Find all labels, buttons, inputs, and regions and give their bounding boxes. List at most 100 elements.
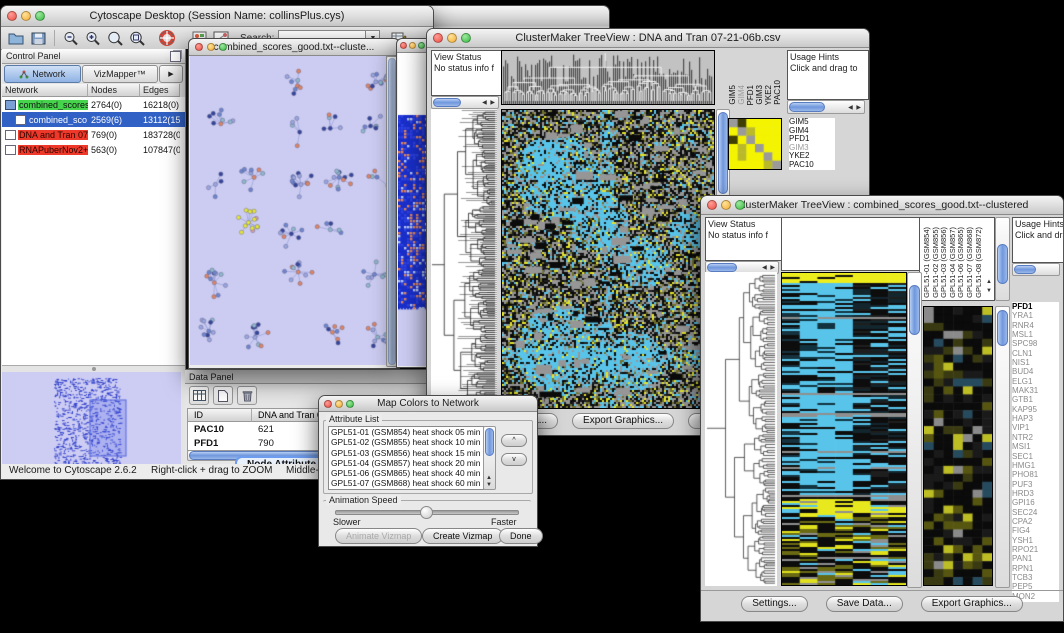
- gene-label[interactable]: BUD4: [1012, 367, 1059, 376]
- zoom-out-icon[interactable]: [60, 28, 82, 48]
- zoom-window-button[interactable]: [418, 42, 425, 49]
- main-titlebar[interactable]: Cytoscape Desktop (Session Name: collins…: [1, 6, 433, 27]
- col-network[interactable]: Network: [2, 84, 88, 97]
- attr-col-id[interactable]: ID: [188, 409, 252, 422]
- gene-label[interactable]: KAP95: [1012, 405, 1059, 414]
- attribute-item[interactable]: GPL51-07 (GSM868) heat shock 60 min: [331, 478, 483, 488]
- close-button[interactable]: [707, 200, 717, 210]
- attribute-list-scrollbar[interactable]: ▲ ▼: [483, 426, 496, 490]
- gene-label[interactable]: MSL1: [1012, 330, 1059, 339]
- zoom-window-button[interactable]: [461, 33, 471, 43]
- view-status-scrollbar[interactable]: ◀ ▶: [431, 96, 499, 109]
- gene-label[interactable]: PUF3: [1012, 480, 1059, 489]
- gene-label[interactable]: RNR4: [1012, 321, 1059, 330]
- gene-label[interactable]: FIG4: [1012, 526, 1059, 535]
- gene-label[interactable]: MAK31: [1012, 386, 1059, 395]
- column-label[interactable]: GIM4: [737, 85, 746, 105]
- tab-network[interactable]: Network: [4, 65, 81, 83]
- gene-label[interactable]: YSH1: [1012, 536, 1059, 545]
- save-session-button[interactable]: [27, 28, 49, 48]
- gene-label[interactable]: SPC98: [1012, 339, 1059, 348]
- minimize-button[interactable]: [21, 11, 31, 21]
- row-dendrogram[interactable]: [705, 272, 777, 586]
- zoom-window-button[interactable]: [735, 200, 745, 210]
- network-table-row[interactable]: DNA and Tran 07 769(0) 183728(0): [2, 127, 185, 142]
- column-label[interactable]: GIM5: [728, 85, 737, 105]
- minimize-button[interactable]: [335, 400, 343, 408]
- network-table-row[interactable]: RNAPuberNov2+l 563(0) 107847(0): [2, 142, 185, 157]
- column-label[interactable]: GPL51-03 (GSM856): [939, 227, 948, 298]
- minimize-button[interactable]: [721, 200, 731, 210]
- gene-label[interactable]: GPI16: [1012, 498, 1059, 507]
- minimize-button[interactable]: [447, 33, 457, 43]
- attribute-select-icon[interactable]: [189, 386, 209, 405]
- delete-attribute-trash-icon[interactable]: [237, 386, 257, 405]
- attribute-item[interactable]: GPL51-01 (GSM854) heat shock 05 min: [331, 427, 483, 437]
- heatmap-canvas[interactable]: [501, 109, 715, 409]
- create-vizmap-button[interactable]: Create Vizmap: [422, 528, 503, 544]
- zoom-window-button[interactable]: [35, 11, 45, 21]
- close-button[interactable]: [324, 400, 332, 408]
- column-label[interactable]: PAC10: [773, 80, 782, 105]
- column-label[interactable]: YKE2: [764, 85, 773, 105]
- close-button[interactable]: [400, 42, 407, 49]
- tab-vizmapper[interactable]: VizMapper™: [82, 65, 159, 83]
- gene-label[interactable]: HRD3: [1012, 489, 1059, 498]
- float-panel-icon[interactable]: [170, 51, 181, 62]
- treeview-button[interactable]: Export Graphics...: [572, 413, 674, 429]
- network-canvas[interactable]: [190, 56, 387, 365]
- row-dendrogram[interactable]: [431, 109, 497, 409]
- gene-label[interactable]: MSI1: [1012, 442, 1059, 451]
- new-attribute-icon[interactable]: [213, 386, 233, 405]
- gene-label[interactable]: GTB1: [1012, 395, 1059, 404]
- animate-vizmap-button[interactable]: Animate Vizmap: [335, 528, 422, 544]
- column-dendrogram-area[interactable]: [781, 217, 923, 271]
- zoom-heatmap-canvas[interactable]: [923, 306, 993, 586]
- gene-label[interactable]: HAP3: [1012, 414, 1059, 423]
- attribute-item[interactable]: GPL51-04 (GSM857) heat shock 20 min: [331, 458, 483, 468]
- move-up-button[interactable]: ^: [501, 434, 527, 447]
- treeview-button[interactable]: Save Data...: [826, 596, 903, 612]
- similarity-matrix[interactable]: [728, 118, 782, 170]
- gene-label[interactable]: RPO21: [1012, 545, 1059, 554]
- move-down-button[interactable]: v: [501, 453, 527, 466]
- done-button[interactable]: Done: [499, 528, 543, 544]
- gene-label[interactable]: SEC24: [1012, 508, 1059, 517]
- tab-overflow-arrow[interactable]: ▶: [159, 65, 183, 83]
- gene-label[interactable]: VIP1: [1012, 423, 1059, 432]
- column-label[interactable]: GPL51-07 (GSM868): [965, 227, 974, 298]
- attribute-item[interactable]: GPL51-06 (GSM865) heat shock 40 min: [331, 468, 483, 478]
- gene-label[interactable]: RPN1: [1012, 564, 1059, 573]
- minimize-button[interactable]: [207, 43, 215, 51]
- gene-label[interactable]: PFD1: [1012, 302, 1059, 311]
- zoom-fit-icon[interactable]: [126, 28, 148, 48]
- birdseye-view[interactable]: [2, 372, 181, 474]
- column-label[interactable]: PFD1: [746, 85, 755, 105]
- column-label[interactable]: GIM3: [755, 85, 764, 105]
- gene-label[interactable]: PAN1: [1012, 554, 1059, 563]
- gene-label[interactable]: SEC1: [1012, 452, 1059, 461]
- scroll-down-icon[interactable]: ▼: [986, 286, 993, 297]
- zoom-heatmap-vscrollbar[interactable]: [995, 306, 1010, 588]
- gene-label[interactable]: NTR2: [1012, 433, 1059, 442]
- attribute-item[interactable]: GPL51-03 (GSM856) heat shock 15 min: [331, 448, 483, 458]
- gene-label[interactable]: CPA2: [1012, 517, 1059, 526]
- heatmap-canvas[interactable]: [781, 272, 907, 586]
- attribute-item[interactable]: GPL51-02 (GSM855) heat shock 10 min: [331, 437, 483, 447]
- usage-hints-scrollbar[interactable]: [1012, 263, 1060, 276]
- column-dendrogram[interactable]: [501, 50, 715, 105]
- gene-label[interactable]: HMG1: [1012, 461, 1059, 470]
- row-label[interactable]: PAC10: [789, 161, 835, 170]
- gene-label[interactable]: ELG1: [1012, 377, 1059, 386]
- column-labels-scrollbar[interactable]: [995, 217, 1010, 301]
- treeview1-titlebar[interactable]: ClusterMaker TreeView : DNA and Tran 07-…: [427, 29, 869, 48]
- gene-label[interactable]: NIS1: [1012, 358, 1059, 367]
- gene-label[interactable]: PHO81: [1012, 470, 1059, 479]
- slider-thumb[interactable]: [420, 506, 433, 519]
- zoom-selected-icon[interactable]: [104, 28, 126, 48]
- zoom-window-button[interactable]: [346, 400, 354, 408]
- matrix-hscrollbar[interactable]: ◀ ▶: [787, 100, 865, 114]
- column-label[interactable]: GPL51-02 (GSM855): [931, 227, 940, 298]
- minimize-button[interactable]: [409, 42, 416, 49]
- close-button[interactable]: [7, 11, 17, 21]
